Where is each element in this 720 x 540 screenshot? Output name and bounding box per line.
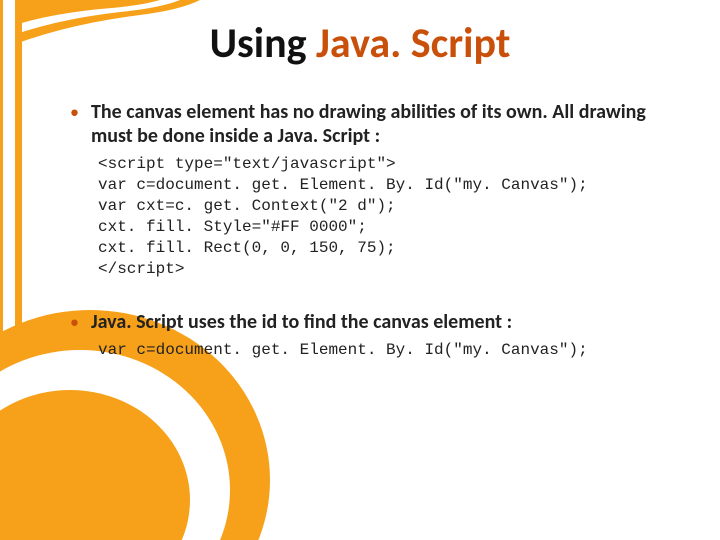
code-line: <script type="text/javascript"> — [98, 154, 670, 175]
slide-content: • The canvas element has no drawing abil… — [70, 100, 670, 391]
code-line: var cxt=c. get. Context("2 d"); — [98, 196, 670, 217]
title-part-2: Java. Script — [316, 18, 510, 69]
code-block: var c=document. get. Element. By. Id("my… — [98, 340, 670, 361]
code-line: cxt. fill. Style="#FF 0000"; — [98, 217, 670, 238]
code-line: cxt. fill. Rect(0, 0, 150, 75); — [98, 238, 670, 259]
bullet-dot-icon: • — [70, 310, 79, 334]
slide-title: Using Java. Script — [0, 18, 720, 69]
code-line: var c=document. get. Element. By. Id("my… — [98, 175, 670, 196]
bullet-item: • The canvas element has no drawing abil… — [70, 100, 670, 148]
decorative-left-bar — [0, 0, 22, 540]
code-block: <script type="text/javascript"> var c=do… — [98, 154, 670, 280]
code-line: </script> — [98, 259, 670, 280]
decorative-left-bar-inner — [3, 0, 15, 540]
slide: Using Java. Script • The canvas element … — [0, 0, 720, 540]
bullet-text: Java. Script uses the id to find the can… — [91, 310, 512, 334]
bullet-text: The canvas element has no drawing abilit… — [91, 100, 670, 148]
bullet-item: • Java. Script uses the id to find the c… — [70, 310, 670, 334]
code-line: var c=document. get. Element. By. Id("my… — [98, 340, 670, 361]
title-part-1: Using — [210, 18, 316, 69]
bullet-dot-icon: • — [70, 100, 79, 124]
